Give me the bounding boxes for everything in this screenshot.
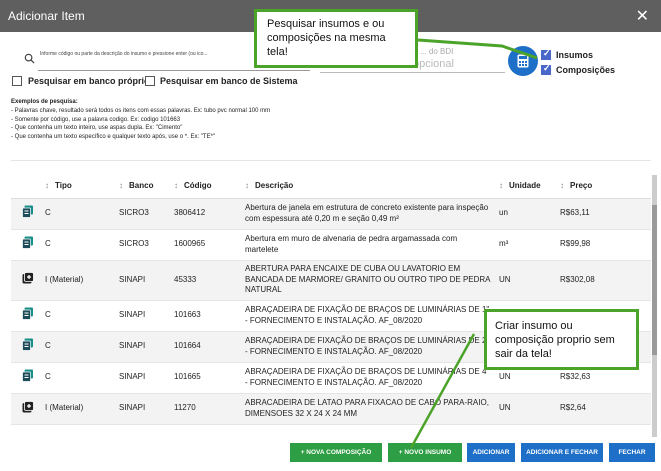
cell-codigo: 3806412 [174, 198, 245, 230]
bdi-underline [320, 72, 505, 73]
insumos-checkbox[interactable] [541, 48, 551, 60]
examples-header: Exemplos de pesquisa: [11, 99, 78, 105]
cell-codigo: 101663 [174, 300, 245, 332]
table-row[interactable]: C SICRO3 3806412 Abertura de janela em estr… [11, 198, 651, 230]
table-row[interactable]: I (Material) SINAPI 45333 ABERTURA PARA ENC… [11, 260, 651, 301]
cell-unidade: UN [499, 260, 560, 301]
composition-icon [22, 338, 33, 352]
bdi-input[interactable]: opcional [413, 58, 454, 70]
cell-codigo: 1600965 [174, 229, 245, 261]
banco-proprio-label: Pesquisar em banco próprio [28, 76, 150, 86]
header-icon-col [11, 174, 45, 199]
divider [11, 160, 651, 161]
cell-banco: SINAPI [119, 393, 174, 425]
table-header-row: ↕ Tipo ↕ Banco ↕ Código ↕ Descrição ↕ Unidade… [11, 174, 651, 199]
composition-icon [22, 307, 33, 321]
cell-tipo: C [45, 331, 119, 363]
header-unidade[interactable]: ↕ Unidade [499, 174, 560, 199]
cell-descricao: ABERTURA PARA ENCAIXE DE CUBA OU LAVATOR… [245, 260, 499, 301]
material-icon [22, 400, 34, 413]
scrollbar-thumb[interactable] [652, 205, 657, 355]
calculator-icon [517, 54, 529, 68]
header-descricao[interactable]: ↕ Descrição [245, 174, 499, 199]
bdi-label: ... do BDI [420, 47, 454, 56]
header-tipo[interactable]: ↕ Tipo [45, 174, 119, 199]
fechar-button[interactable]: FECHAR [609, 443, 655, 462]
cell-banco: SINAPI [119, 260, 174, 301]
nova-composicao-button[interactable]: + NOVA COMPOSIÇÃO [290, 443, 382, 462]
cell-descricao: Abertura de janela em estrutura de concr… [245, 198, 499, 230]
cell-tipo: I (Material) [45, 393, 119, 425]
search-input-placeholder[interactable]: Informe código ou parte da descrição do … [40, 51, 208, 57]
row-icon-cell [11, 393, 45, 425]
table-scrollbar[interactable] [652, 175, 657, 437]
cell-tipo: C [45, 300, 119, 332]
row-icon-cell [11, 260, 45, 301]
material-icon [22, 272, 34, 284]
cell-tipo: C [45, 362, 119, 394]
adicionar-button[interactable]: ADICIONAR [467, 443, 515, 462]
table-row[interactable]: C SICRO3 1600965 Abertura em muro de alvena… [11, 229, 651, 261]
cell-tipo: C [45, 198, 119, 230]
cell-banco: SINAPI [119, 362, 174, 394]
example-line: - Que contenha um texto específico e qua… [11, 134, 216, 141]
example-line: - Somente por código, use a palavra codi… [11, 116, 181, 123]
cell-unidade: m³ [499, 229, 560, 261]
banco-sistema-checkbox[interactable] [145, 76, 155, 86]
search-input[interactable] [38, 70, 310, 71]
cell-codigo: 11270 [174, 393, 245, 425]
row-icon-cell [11, 300, 45, 332]
adicionar-fechar-button[interactable]: ADICIONAR E FECHAR [521, 443, 603, 462]
cell-descricao: ABRAÇADEIRA DE FIXAÇÃO DE BRAÇOS DE LUMI… [245, 331, 499, 363]
cell-preco: R$63,11 [560, 198, 651, 230]
composition-icon [22, 369, 33, 383]
composition-icon [22, 205, 33, 219]
row-icon-cell [11, 198, 45, 230]
close-icon[interactable]: ✕ [636, 6, 649, 26]
calculator-button[interactable] [508, 46, 538, 76]
search-examples: Exemplos de pesquisa: - Palavras chave, … [11, 98, 270, 142]
row-icon-cell [11, 331, 45, 363]
cell-unidade: un [499, 198, 560, 230]
cell-banco: SINAPI [119, 331, 174, 363]
window-title: Adicionar Item [8, 9, 85, 23]
header-codigo[interactable]: ↕ Código [174, 174, 245, 199]
row-icon-cell [11, 229, 45, 261]
results-table: ↕ Tipo ↕ Banco ↕ Código ↕ Descrição ↕ Unidade… [11, 174, 651, 425]
cell-descricao: ABRAÇADEIRA DE FIXAÇÃO DE BRAÇOS DE LUMI… [245, 300, 499, 332]
insumos-label: Insumos [556, 50, 594, 60]
row-icon-cell [11, 362, 45, 394]
composicoes-label: Composições [556, 65, 616, 75]
cell-descricao: ABRAÇADEIRA DE FIXAÇÃO DE BRAÇOS DE LUMI… [245, 362, 499, 394]
header-banco[interactable]: ↕ Banco [119, 174, 174, 199]
cell-banco: SINAPI [119, 300, 174, 332]
cell-unidade: UN [499, 393, 560, 425]
novo-insumo-button[interactable]: + NOVO INSUMO [388, 443, 462, 462]
cell-preco: R$302,08 [560, 260, 651, 301]
composition-icon [22, 236, 33, 250]
example-line: - Palavras chave, resultado será todos o… [11, 107, 271, 114]
cell-tipo: I (Material) [45, 260, 119, 301]
example-line: - Que contenha um texto inteiro, use asp… [11, 125, 183, 132]
callout-search: Pesquisar insumos e ou composições na me… [254, 9, 418, 68]
search-icon [24, 53, 35, 64]
cell-descricao: ABRACADEIRA DE LATAO PARA FIXACAO DE CAB… [245, 393, 499, 425]
header-preco[interactable]: ↕ Preço [560, 174, 651, 199]
callout-create: Criar insumo ou composição proprio sem s… [484, 309, 639, 370]
cell-tipo: C [45, 229, 119, 261]
cell-codigo: 45333 [174, 260, 245, 301]
cell-descricao: Abertura em muro de alvenaria de pedra a… [245, 229, 499, 261]
banco-proprio-checkbox[interactable] [12, 76, 22, 86]
cell-banco: SICRO3 [119, 229, 174, 261]
composicoes-checkbox[interactable] [541, 63, 551, 75]
cell-banco: SICRO3 [119, 198, 174, 230]
cell-codigo: 101664 [174, 331, 245, 363]
banco-sistema-label: Pesquisar em banco de Sistema [160, 76, 298, 86]
cell-preco: R$2,64 [560, 393, 651, 425]
cell-preco: R$99,98 [560, 229, 651, 261]
cell-codigo: 101665 [174, 362, 245, 394]
table-row[interactable]: I (Material) SINAPI 11270 ABRACADEIRA DE LA… [11, 393, 651, 425]
